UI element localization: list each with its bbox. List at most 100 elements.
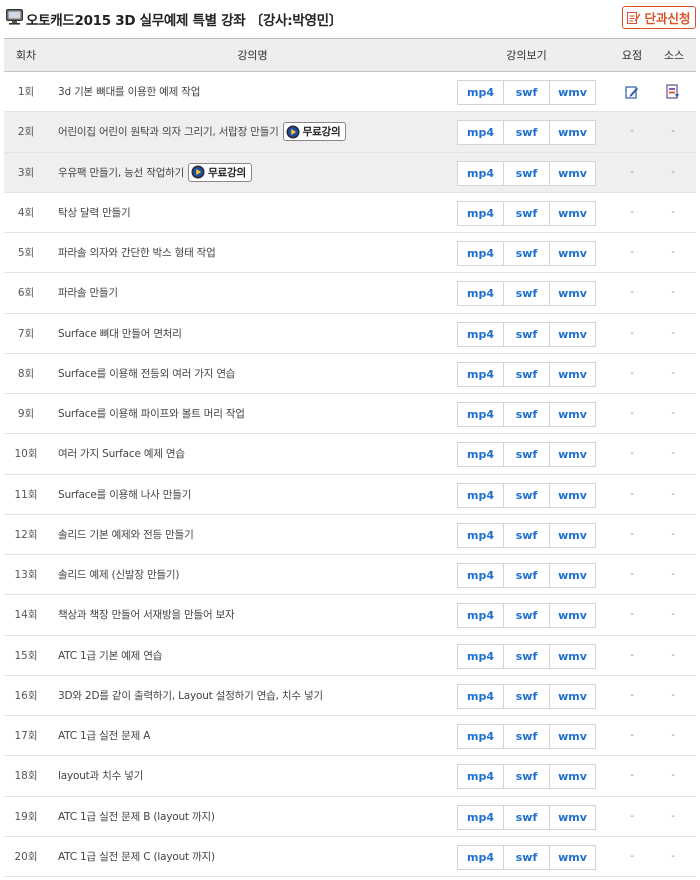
mp4-button[interactable]: mp4: [458, 523, 504, 547]
wmv-button[interactable]: wmv: [550, 403, 595, 426]
lecture-table: 회차 강의명 강의보기 요점 소스 1회 3d 기본 뼈대를 이용한 예제 작업…: [4, 38, 696, 877]
swf-button[interactable]: swf: [504, 443, 550, 467]
lecture-title: ATC 1급 실전 문제 B (layout 까지): [58, 810, 215, 823]
swf-button[interactable]: swf: [504, 121, 550, 145]
lecture-title: 탁상 달력 만들기: [58, 206, 131, 219]
lecture-title-cell: ATC 1급 실전 문제 C (layout 까지): [58, 837, 215, 876]
swf-button[interactable]: swf: [504, 604, 550, 628]
wmv-button[interactable]: wmv: [550, 323, 595, 346]
wmv-button[interactable]: wmv: [550, 242, 595, 265]
lecture-title: 3D와 2D를 같이 출력하기, Layout 설정하기 연습, 치수 넣기: [58, 689, 323, 702]
free-lecture-label: 무료강의: [208, 166, 246, 179]
mp4-button[interactable]: mp4: [458, 483, 504, 507]
edit-note-icon[interactable]: [625, 85, 639, 99]
wmv-button[interactable]: wmv: [550, 645, 595, 668]
source-cell: -: [671, 206, 675, 218]
swf-button[interactable]: swf: [504, 282, 550, 306]
lecture-title-cell: 솔리드 예제 (신발장 만들기): [58, 555, 179, 594]
source-cell: -: [671, 850, 675, 862]
wmv-button[interactable]: wmv: [550, 121, 595, 144]
swf-button[interactable]: swf: [504, 684, 550, 708]
row-number: 1회: [17, 86, 35, 99]
lecture-title: 여러 가지 Surface 예제 연습: [58, 448, 185, 461]
swf-button[interactable]: swf: [504, 805, 550, 829]
mp4-button[interactable]: mp4: [458, 81, 504, 104]
swf-button[interactable]: swf: [504, 765, 550, 789]
swf-button[interactable]: swf: [504, 81, 550, 104]
source-cell: -: [671, 408, 675, 420]
swf-button[interactable]: swf: [504, 403, 550, 426]
mp4-button[interactable]: mp4: [458, 684, 504, 708]
swf-button[interactable]: swf: [504, 483, 550, 507]
mp4-button[interactable]: mp4: [458, 725, 504, 748]
wmv-button[interactable]: wmv: [550, 765, 595, 788]
row-number: 3회: [17, 166, 35, 179]
mp4-button[interactable]: mp4: [458, 201, 504, 225]
swf-button[interactable]: swf: [504, 242, 550, 265]
wmv-button[interactable]: wmv: [550, 685, 595, 708]
wmv-button[interactable]: wmv: [550, 484, 595, 507]
wmv-button[interactable]: wmv: [550, 524, 595, 547]
wmv-button[interactable]: wmv: [550, 564, 595, 587]
wmv-button[interactable]: wmv: [550, 162, 595, 185]
mp4-button[interactable]: mp4: [458, 121, 504, 145]
col-header-summary: 요점: [621, 49, 643, 62]
wmv-button[interactable]: wmv: [550, 806, 595, 829]
mp4-button[interactable]: mp4: [458, 805, 504, 829]
lecture-title: Surface를 이용해 나사 만들기: [58, 488, 192, 501]
mp4-button[interactable]: mp4: [458, 604, 504, 628]
mp4-button[interactable]: mp4: [458, 362, 504, 386]
file-download-icon[interactable]: [666, 84, 680, 100]
table-row: 14회 책상과 책장 만들어 서재방을 만들어 보자 mp4 swf wmv -…: [4, 595, 696, 636]
swf-button[interactable]: swf: [504, 201, 550, 225]
row-number: 15회: [14, 649, 38, 662]
format-buttons: mp4 swf wmv: [457, 241, 596, 266]
wmv-button[interactable]: wmv: [550, 443, 595, 466]
row-number: 10회: [14, 448, 38, 461]
table-row: 6회 파라솔 만들기 mp4 swf wmv --: [4, 273, 696, 314]
wmv-button[interactable]: wmv: [550, 725, 595, 748]
mp4-button[interactable]: mp4: [458, 403, 504, 426]
lecture-title: 우유팩 만들기, 능선 작업하기: [58, 166, 185, 179]
page-header: 오토캐드2015 3D 실무예제 특별 강좌 〔강사:박영민〕 단과신청: [0, 0, 700, 36]
swf-button[interactable]: swf: [504, 322, 550, 346]
mp4-button[interactable]: mp4: [458, 443, 504, 467]
swf-button[interactable]: swf: [504, 564, 550, 587]
swf-button[interactable]: swf: [504, 362, 550, 386]
format-buttons: mp4 swf wmv: [457, 603, 596, 629]
swf-button[interactable]: swf: [504, 161, 550, 185]
swf-button[interactable]: swf: [504, 644, 550, 668]
lecture-title: 책상과 책장 만들어 서재방을 만들어 보자: [58, 609, 235, 622]
mp4-button[interactable]: mp4: [458, 644, 504, 668]
mp4-button[interactable]: mp4: [458, 765, 504, 789]
lecture-title-cell: 3d 기본 뼈대를 이용한 예제 작업: [58, 72, 200, 111]
swf-button[interactable]: swf: [504, 725, 550, 748]
free-lecture-label: 무료강의: [302, 126, 341, 139]
mp4-button[interactable]: mp4: [458, 161, 504, 185]
table-row: 19회 ATC 1급 실전 문제 B (layout 까지) mp4 swf w…: [4, 797, 696, 837]
wmv-button[interactable]: wmv: [550, 202, 595, 225]
wmv-button[interactable]: wmv: [550, 282, 595, 305]
mp4-button[interactable]: mp4: [458, 564, 504, 587]
swf-button[interactable]: swf: [504, 523, 550, 547]
table-row: 8회 Surface를 이용해 전등외 여러 가지 연습 mp4 swf wmv…: [4, 354, 696, 394]
source-cell: -: [671, 367, 675, 379]
table-row: 7회 Surface 뼈대 만들어 면처리 mp4 swf wmv --: [4, 314, 696, 354]
mp4-button[interactable]: mp4: [458, 242, 504, 265]
swf-button[interactable]: swf: [504, 845, 550, 869]
lecture-title: Surface를 이용해 파이프와 볼트 머리 작업: [58, 408, 245, 421]
row-number: 16회: [14, 689, 38, 702]
mp4-button[interactable]: mp4: [458, 282, 504, 306]
mp4-button[interactable]: mp4: [458, 845, 504, 869]
mp4-button[interactable]: mp4: [458, 322, 504, 346]
apply-course-button[interactable]: 단과신청: [622, 6, 696, 29]
lecture-title: ATC 1급 실전 문제 A: [58, 730, 151, 743]
wmv-button[interactable]: wmv: [550, 363, 595, 386]
wmv-button[interactable]: wmv: [550, 604, 595, 627]
wmv-button[interactable]: wmv: [550, 846, 595, 869]
row-number: 14회: [14, 609, 38, 622]
wmv-button[interactable]: wmv: [550, 81, 595, 104]
format-buttons: mp4 swf wmv: [457, 402, 596, 427]
free-lecture-button[interactable]: 무료강의: [282, 122, 347, 142]
free-lecture-button[interactable]: 무료강의: [188, 162, 252, 182]
